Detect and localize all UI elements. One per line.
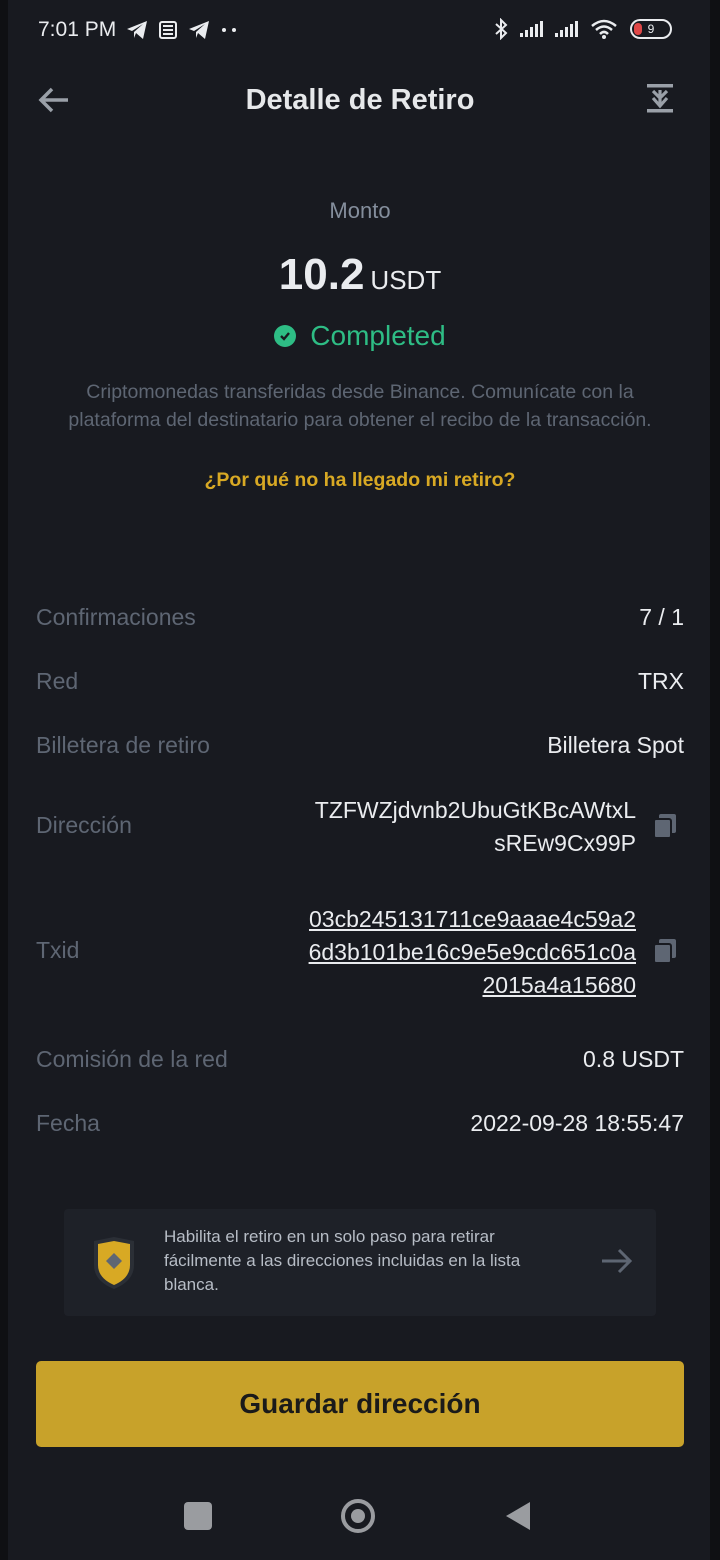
detail-row-fee: Comisión de la red 0.8 USDT	[36, 1046, 684, 1078]
address-line: sREw9Cx99P	[494, 830, 636, 856]
copy-icon[interactable]	[652, 812, 678, 840]
save-address-button[interactable]: Guardar dirección	[36, 1361, 684, 1447]
shield-icon	[94, 1237, 134, 1289]
txid-line[interactable]: 03cb245131711ce9aaae4c59a2	[309, 903, 636, 936]
address-value: TZFWZjdvnb2UbuGtKBcAWtxL sREw9Cx99P	[315, 794, 636, 860]
detail-value: 2022-09-28 18:55:47	[470, 1110, 684, 1136]
detail-value: Billetera Spot	[547, 732, 684, 758]
status-row: Completed	[0, 320, 720, 352]
telegram-icon	[189, 21, 209, 39]
detail-label: Fecha	[36, 1110, 100, 1136]
arrow-right-icon[interactable]	[600, 1247, 634, 1275]
detail-label: Confirmaciones	[36, 604, 196, 630]
telegram-icon	[127, 21, 147, 39]
detail-row-network: Red TRX	[36, 668, 684, 700]
detail-row-address: Dirección TZFWZjdvnb2UbuGtKBcAWtxL sREw9…	[36, 794, 684, 864]
status-time: 7:01 PM	[38, 18, 117, 41]
system-icons: 9	[494, 18, 672, 40]
detail-label: Comisión de la red	[36, 1046, 228, 1072]
detail-row-date: Fecha 2022-09-28 18:55:47	[36, 1110, 684, 1142]
detail-label: Dirección	[36, 812, 132, 838]
system-nav-bar	[0, 1470, 720, 1560]
signal-icon	[520, 21, 543, 37]
status-badge: Completed	[310, 320, 446, 351]
detail-value: TRX	[638, 668, 684, 694]
wifi-icon	[591, 19, 617, 39]
export-icon[interactable]	[644, 78, 676, 118]
bluetooth-icon	[495, 18, 508, 40]
txid-link[interactable]: 03cb245131711ce9aaae4c59a2 6d3b101be16c9…	[309, 903, 636, 1002]
home-icon[interactable]	[340, 1498, 376, 1534]
detail-row-confirmations: Confirmaciones 7 / 1	[36, 604, 684, 636]
amount-label: Monto	[329, 198, 391, 223]
status-bar: 7:01 PM 9	[0, 0, 720, 64]
detail-row-wallet: Billetera de retiro Billetera Spot	[36, 732, 684, 764]
detail-value: 0.8 USDT	[583, 1046, 684, 1072]
amount-row: 10.2 USDT	[0, 250, 720, 300]
detail-row-txid: Txid 03cb245131711ce9aaae4c59a2 6d3b101b…	[36, 903, 684, 1003]
check-circle-icon	[274, 325, 297, 347]
transfer-info-text: Criptomonedas transferidas desde Binance…	[68, 381, 652, 431]
detail-label: Txid	[36, 937, 80, 963]
nav-back-icon[interactable]	[504, 1500, 532, 1532]
detail-label: Red	[36, 668, 79, 694]
detail-label: Billetera de retiro	[36, 732, 210, 758]
txid-line[interactable]: 6d3b101be16c9e5e9cdc651c0a	[309, 936, 636, 969]
app-screen	[8, 0, 710, 1560]
header: Detalle de Retiro	[0, 64, 720, 140]
signal-icon	[555, 21, 578, 37]
notification-icons	[126, 20, 238, 40]
copy-icon[interactable]	[652, 937, 678, 965]
page-title: Detalle de Retiro	[245, 84, 475, 116]
news-icon	[159, 21, 177, 39]
amount-value: 10.2	[278, 250, 365, 299]
more-dots-icon	[222, 28, 236, 32]
banner-text: Habilita el retiro en un solo paso para …	[164, 1227, 521, 1294]
txid-line[interactable]: 2015a4a15680	[309, 969, 637, 1002]
help-link[interactable]: ¿Por qué no ha llegado mi retiro?	[0, 469, 720, 492]
recent-apps-icon[interactable]	[184, 1502, 212, 1530]
battery-icon: 9	[630, 19, 672, 39]
amount-unit: USDT	[370, 265, 442, 295]
whitelist-banner[interactable]: Habilita el retiro en un solo paso para …	[64, 1209, 656, 1316]
detail-value: 7 / 1	[639, 604, 684, 630]
address-line: TZFWZjdvnb2UbuGtKBcAWtxL	[314, 797, 636, 823]
